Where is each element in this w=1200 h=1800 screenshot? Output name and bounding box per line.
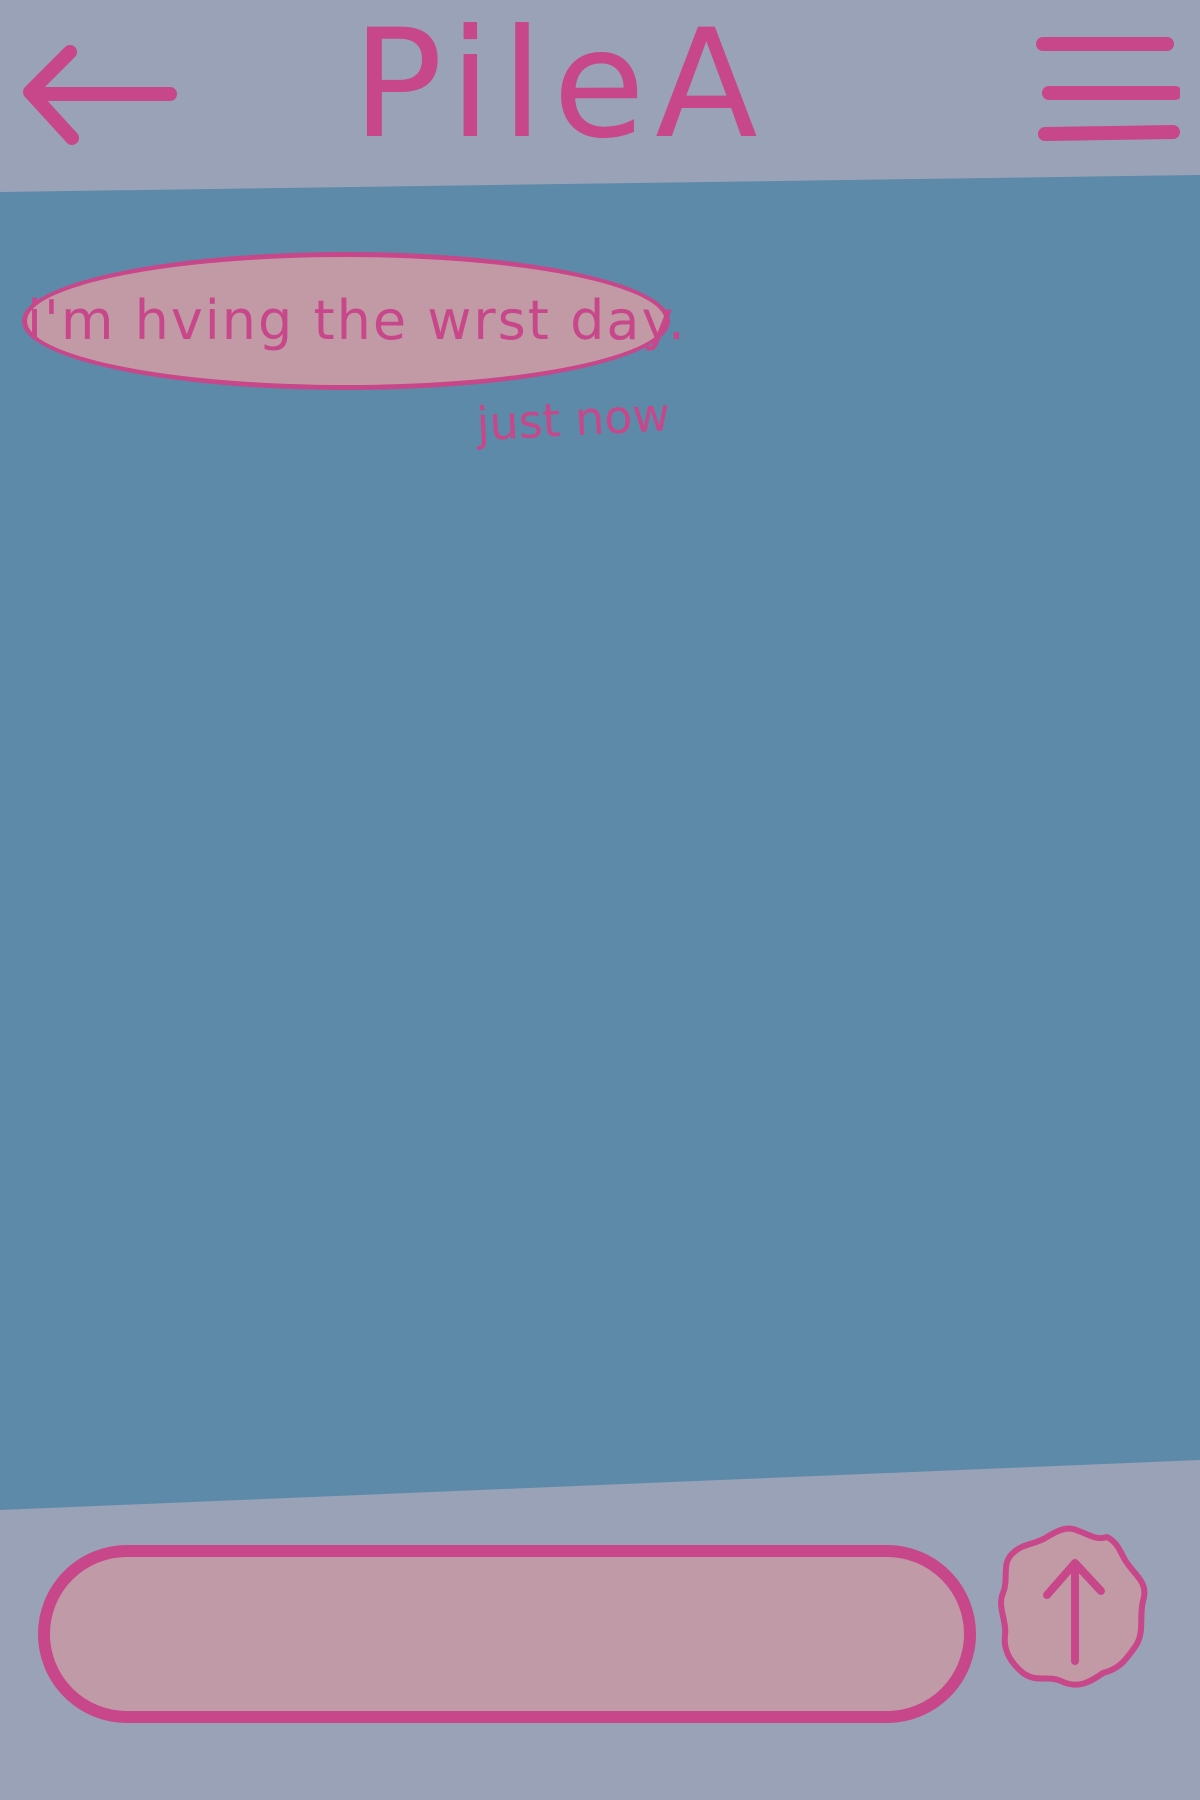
send-button[interactable] [995, 1523, 1155, 1693]
hamburger-menu-icon [1036, 37, 1182, 141]
arrow-up-icon [998, 1525, 1148, 1688]
arrow-left-icon [23, 45, 177, 145]
menu-button[interactable] [1035, 30, 1182, 145]
message-timestamp: just now [475, 387, 672, 452]
top-bar: PileA [0, 0, 1200, 190]
chat-screen: PileA i'm hving the wrst day. just now [0, 0, 1200, 1800]
message-bubble[interactable]: i'm hving the wrst day. [22, 252, 687, 390]
app-title: PileA [352, 0, 768, 172]
message-text: i'm hving the wrst day. [27, 289, 687, 352]
message-input[interactable] [38, 1545, 976, 1723]
back-button[interactable] [20, 40, 180, 150]
